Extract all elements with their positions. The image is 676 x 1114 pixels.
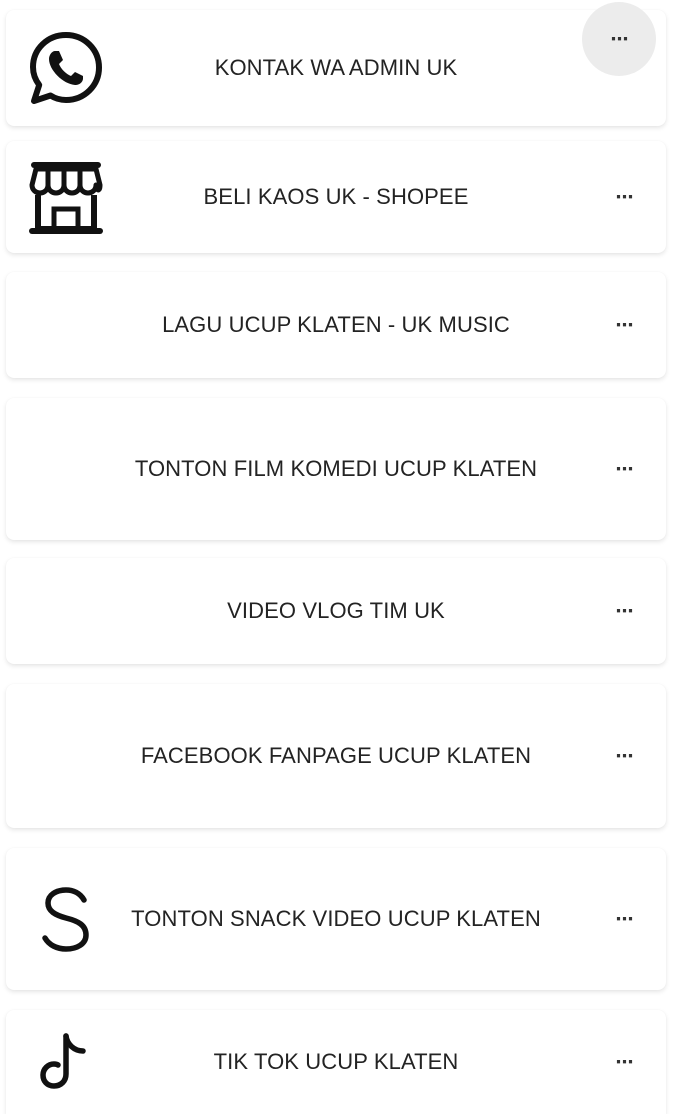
link-card-beli-kaos-shopee[interactable]: BELI KAOS UK - SHOPEE ⋯ [6, 141, 666, 253]
link-card-lagu-uk-music[interactable]: LAGU UCUP KLATEN - UK MUSIC ⋯ [6, 272, 666, 378]
link-card-video-vlog[interactable]: VIDEO VLOG TIM UK ⋯ [6, 558, 666, 664]
more-options-button[interactable]: ⋯ [604, 449, 644, 489]
link-label: VIDEO VLOG TIM UK [227, 598, 445, 623]
link-label: KONTAK WA ADMIN UK [214, 55, 458, 80]
link-label: TONTON FILM KOMEDI UCUP KLATEN [134, 456, 538, 481]
more-options-button[interactable]: ⋯ [604, 736, 644, 776]
link-card-kontak-wa-admin[interactable]: KONTAK WA ADMIN UK ⋯ [6, 10, 666, 126]
shop-icon [26, 157, 106, 237]
link-label: LAGU UCUP KLATEN - UK MUSIC [162, 312, 510, 337]
link-card-tiktok[interactable]: TIK TOK UCUP KLATEN ⋯ [6, 1010, 666, 1114]
more-options-button[interactable]: ⋯ [604, 1042, 644, 1082]
link-card-film-komedi[interactable]: TONTON FILM KOMEDI UCUP KLATEN ⋯ [6, 398, 666, 540]
link-card-snack-video[interactable]: TONTON SNACK VIDEO UCUP KLATEN ⋯ [6, 848, 666, 990]
whatsapp-icon [26, 28, 106, 108]
more-options-button[interactable]: ⋯ [604, 899, 644, 939]
more-options-button[interactable]: ⋯ [604, 305, 644, 345]
link-label: TONTON SNACK VIDEO UCUP KLATEN [131, 906, 541, 931]
link-label: TIK TOK UCUP KLATEN [213, 1049, 459, 1074]
snack-video-s-icon [26, 879, 106, 959]
link-card-facebook-fanpage[interactable]: FACEBOOK FANPAGE UCUP KLATEN ⋯ [6, 684, 666, 828]
more-options-button[interactable]: ⋯ [604, 591, 644, 631]
more-options-button-hovered[interactable]: ⋯ [582, 2, 656, 76]
link-label: FACEBOOK FANPAGE UCUP KLATEN [140, 743, 532, 768]
link-list: KONTAK WA ADMIN UK ⋯ BELI KAOS UK - SHOP… [0, 0, 676, 1114]
more-options-button[interactable]: ⋯ [604, 177, 644, 217]
link-label: BELI KAOS UK - SHOPEE [203, 184, 469, 209]
tiktok-icon [26, 1022, 106, 1102]
